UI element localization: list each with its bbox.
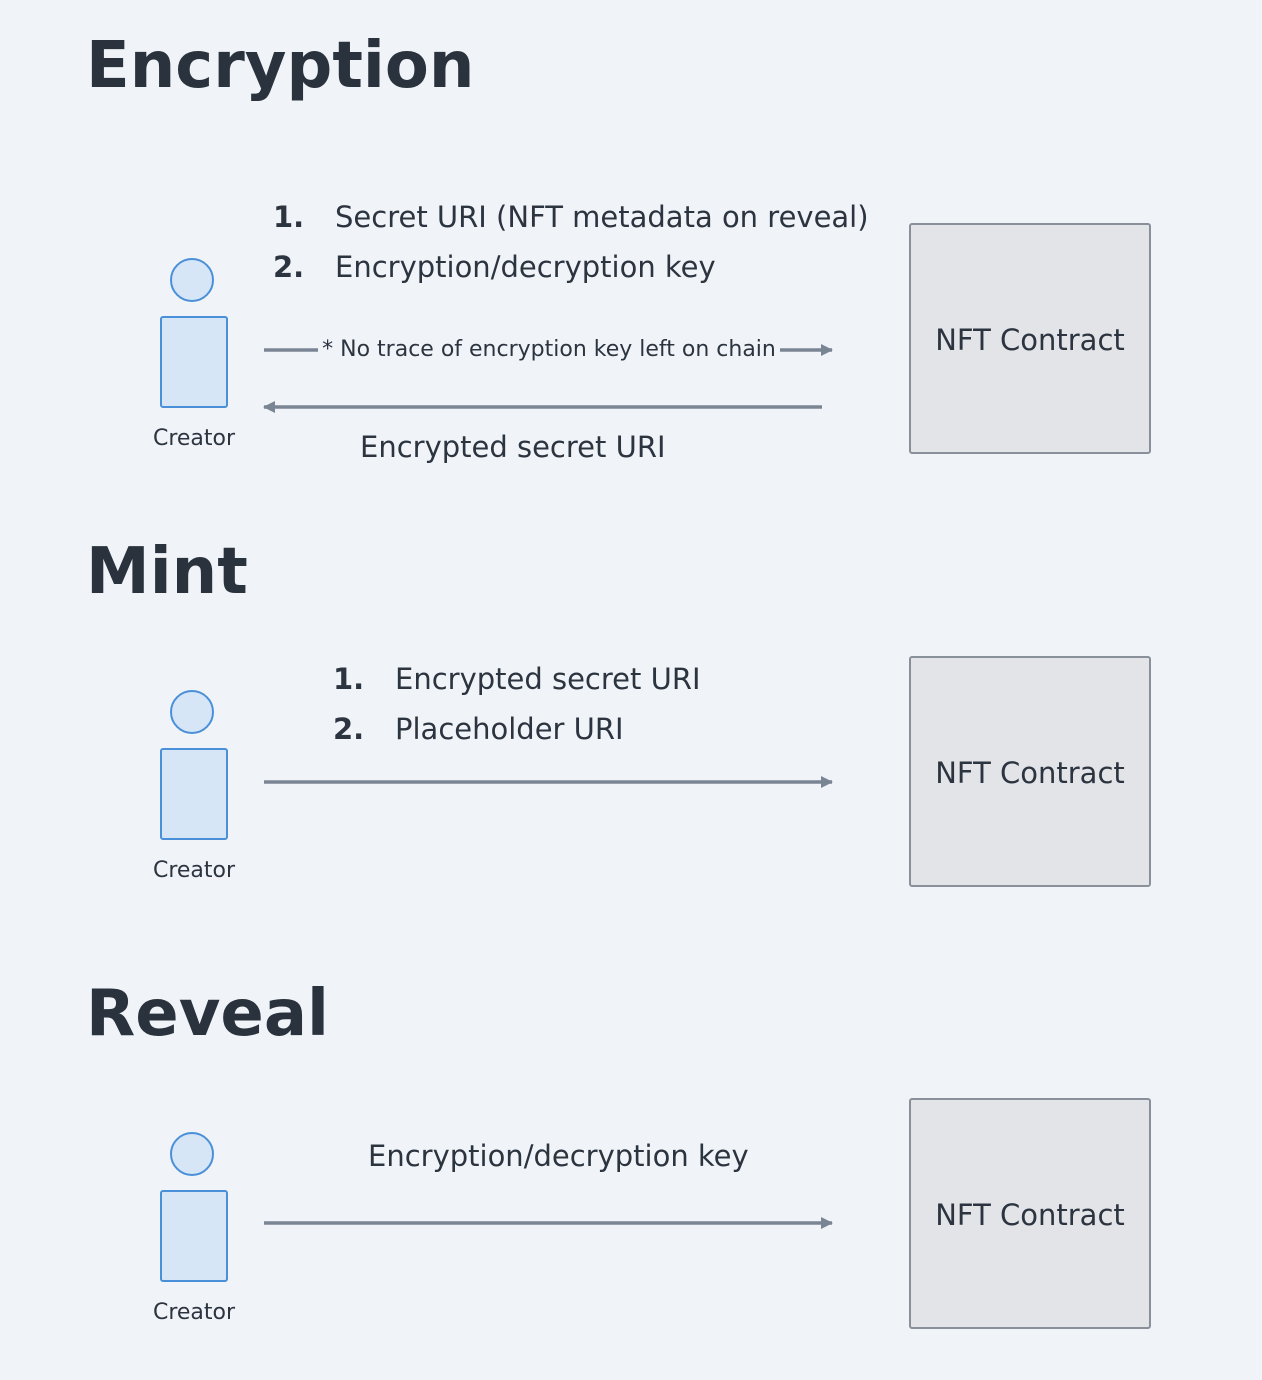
no-trace-note: * No trace of encryption key left on cha… — [318, 337, 780, 362]
flow-arrows — [263, 344, 833, 1229]
